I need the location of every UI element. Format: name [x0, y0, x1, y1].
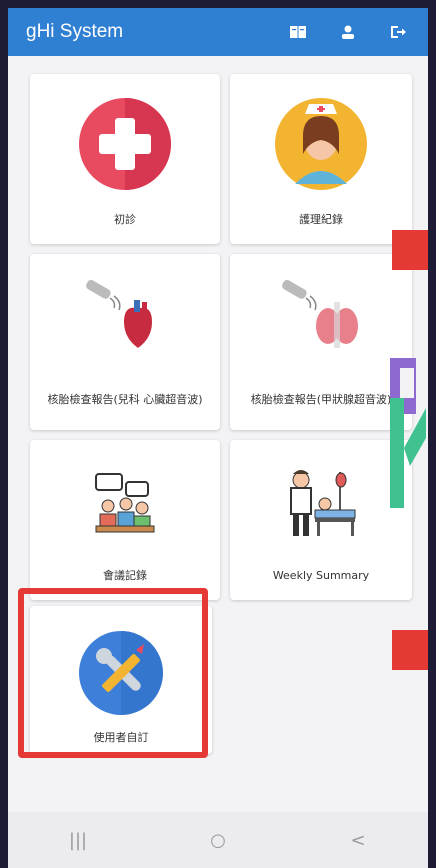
card-thyroid-ultrasound[interactable]: 核胎檢查報告(甲狀腺超音波) — [230, 254, 412, 430]
logo-watermark — [386, 338, 426, 508]
card-weekly-summary[interactable]: Weekly Summary — [230, 440, 412, 600]
user-icon[interactable] — [338, 22, 358, 42]
nurse-icon — [230, 96, 412, 192]
card-nursing-record[interactable]: 護理紀錄 — [230, 74, 412, 244]
card-label: 核胎檢查報告(兒科 心臟超音波) — [47, 393, 203, 406]
back-button[interactable]: < — [328, 830, 388, 851]
card-meeting-record[interactable]: 會議記錄 — [30, 440, 220, 600]
patient-bed-icon — [230, 464, 412, 542]
card-label: 護理紀錄 — [299, 213, 343, 226]
card-label: 會議記錄 — [103, 569, 147, 582]
app-screen: gHi System 初診 護理紀錄 核胎檢查報告(兒科 心臟超音波) 核胎檢查… — [8, 8, 428, 868]
meeting-icon — [30, 468, 220, 538]
medical-cross-icon — [30, 96, 220, 192]
recent-apps-button[interactable]: ||| — [48, 830, 108, 851]
card-label: Weekly Summary — [272, 569, 370, 582]
card-label: 初診 — [114, 213, 136, 226]
system-nav-bar: ||| ○ < — [8, 812, 428, 868]
card-heart-ultrasound[interactable]: 核胎檢查報告(兒科 心臟超音波) — [30, 254, 220, 430]
thyroid-ultrasound-icon — [230, 278, 412, 354]
logout-icon[interactable] — [388, 22, 408, 42]
heart-ultrasound-icon — [30, 278, 220, 354]
app-title: gHi System — [26, 21, 124, 42]
home-button[interactable]: ○ — [188, 830, 248, 851]
card-initial-visit[interactable]: 初診 — [30, 74, 220, 244]
card-label: 核胎檢查報告(甲狀腺超音波) — [250, 393, 392, 406]
red-marker-top — [392, 230, 428, 270]
app-bar: gHi System — [8, 8, 428, 56]
highlight-frame — [18, 588, 208, 758]
book-icon[interactable] — [288, 22, 308, 42]
red-marker-bottom — [392, 630, 428, 670]
